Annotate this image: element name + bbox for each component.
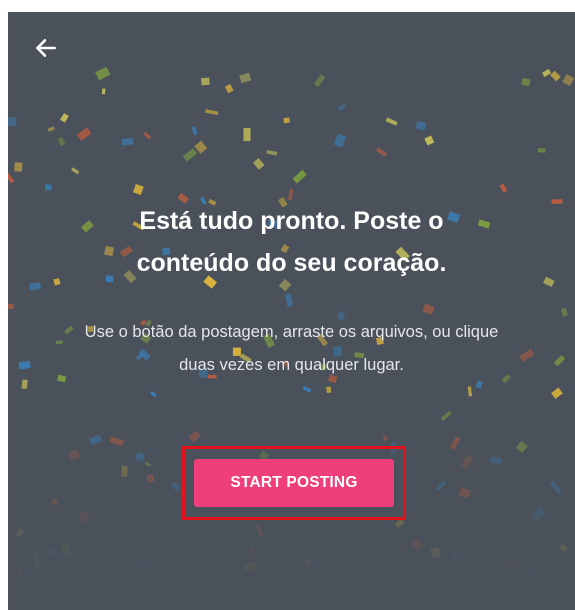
confetti-piece xyxy=(451,584,458,591)
confetti-piece xyxy=(524,565,535,575)
confetti-piece xyxy=(101,88,106,95)
confetti-piece xyxy=(15,528,25,538)
confetti-piece xyxy=(8,117,17,127)
confetti-piece xyxy=(326,386,332,393)
start-posting-button[interactable]: START POSTING xyxy=(194,459,394,507)
confetti-piece xyxy=(134,451,146,462)
confetti-piece xyxy=(78,511,89,523)
confetti-piece xyxy=(146,474,155,483)
confetti-piece xyxy=(121,137,134,146)
confetti-piece xyxy=(287,188,294,200)
confetti-piece xyxy=(303,559,311,566)
confetti-piece xyxy=(244,562,256,572)
confetti-piece xyxy=(194,140,208,154)
confetti-piece xyxy=(143,131,152,140)
confetti-piece xyxy=(188,430,201,443)
confetti-piece xyxy=(499,183,508,193)
confetti-piece xyxy=(201,77,210,86)
confetti-piece xyxy=(537,148,546,153)
confetti-piece xyxy=(76,127,92,141)
confetti-piece xyxy=(430,547,441,558)
confetti-piece xyxy=(449,436,461,450)
confetti-piece xyxy=(132,183,144,195)
confetti-piece xyxy=(435,480,446,492)
confetti-piece xyxy=(467,386,473,397)
confetti-piece xyxy=(375,147,388,158)
confetti-piece xyxy=(150,390,158,398)
confetti-piece xyxy=(410,538,424,551)
confetti-piece xyxy=(48,549,58,558)
confetti-piece xyxy=(424,135,435,146)
confetti-piece xyxy=(292,169,307,184)
confetti-piece xyxy=(515,440,528,453)
confetti-piece xyxy=(302,385,312,393)
confetti-piece xyxy=(283,117,290,124)
confetti-piece xyxy=(313,74,326,88)
confetti-piece xyxy=(252,158,265,170)
confetti-piece xyxy=(530,506,546,522)
confetti-piece xyxy=(362,568,377,582)
confetti-piece xyxy=(60,543,73,559)
confetti-piece xyxy=(504,558,517,571)
confetti-piece xyxy=(57,136,66,146)
confetti-piece xyxy=(541,68,552,78)
arrow-left-icon xyxy=(33,35,59,61)
confetti-piece xyxy=(95,66,111,81)
confetti-piece xyxy=(562,73,575,87)
confetti-piece xyxy=(415,121,427,131)
confetti-piece xyxy=(60,113,69,123)
confetti-piece xyxy=(333,133,346,148)
confetti-piece xyxy=(476,576,484,581)
confetti-piece xyxy=(239,72,252,84)
confetti-piece xyxy=(191,126,198,135)
confetti-piece xyxy=(47,126,55,132)
confetti-piece xyxy=(139,560,150,571)
page-title: Está tudo pronto. Poste o conteúdo do se… xyxy=(136,207,447,277)
confetti-piece xyxy=(490,457,502,465)
confetti-piece xyxy=(68,449,81,461)
confetti-piece xyxy=(249,547,254,554)
confetti-piece xyxy=(337,103,347,111)
confetti-piece xyxy=(51,497,59,506)
confetti-piece xyxy=(550,70,561,82)
confetti-piece xyxy=(255,525,264,537)
confetti-piece xyxy=(224,83,234,94)
back-button[interactable] xyxy=(30,32,62,64)
confetti-piece xyxy=(266,150,278,156)
confetti-piece xyxy=(440,410,452,421)
confetti-piece xyxy=(521,78,531,87)
confetti-piece xyxy=(265,568,271,582)
confetti-piece xyxy=(458,487,471,499)
confetti-piece xyxy=(171,481,181,492)
confetti-piece xyxy=(382,435,389,442)
confetti-piece xyxy=(385,117,398,126)
confetti-piece xyxy=(558,543,568,553)
confetti-piece xyxy=(452,551,457,563)
confetti-piece xyxy=(172,559,182,571)
confetti-piece xyxy=(45,184,52,191)
confetti-piece xyxy=(551,387,563,399)
confetti-piece xyxy=(71,167,80,175)
instructions-text: Use o botão da postagem, arraste os arqu… xyxy=(84,323,499,374)
confetti-piece xyxy=(17,565,24,576)
confetti-piece xyxy=(121,465,128,477)
confetti-piece xyxy=(33,553,40,568)
onboarding-panel: Está tudo pronto. Poste o conteúdo do se… xyxy=(8,12,575,610)
confetti-piece xyxy=(243,128,251,142)
confetti-piece xyxy=(8,172,15,184)
confetti-piece xyxy=(109,436,124,447)
confetti-piece xyxy=(549,480,562,495)
confetti-piece xyxy=(460,454,474,470)
confetti-piece xyxy=(14,162,23,172)
confetti-piece xyxy=(144,461,152,468)
confetti-piece xyxy=(205,109,219,116)
confetti-piece xyxy=(182,148,198,162)
confetti-piece xyxy=(88,434,103,446)
empty-state-content: Está tudo pronto. Poste o conteúdo do se… xyxy=(8,200,575,382)
